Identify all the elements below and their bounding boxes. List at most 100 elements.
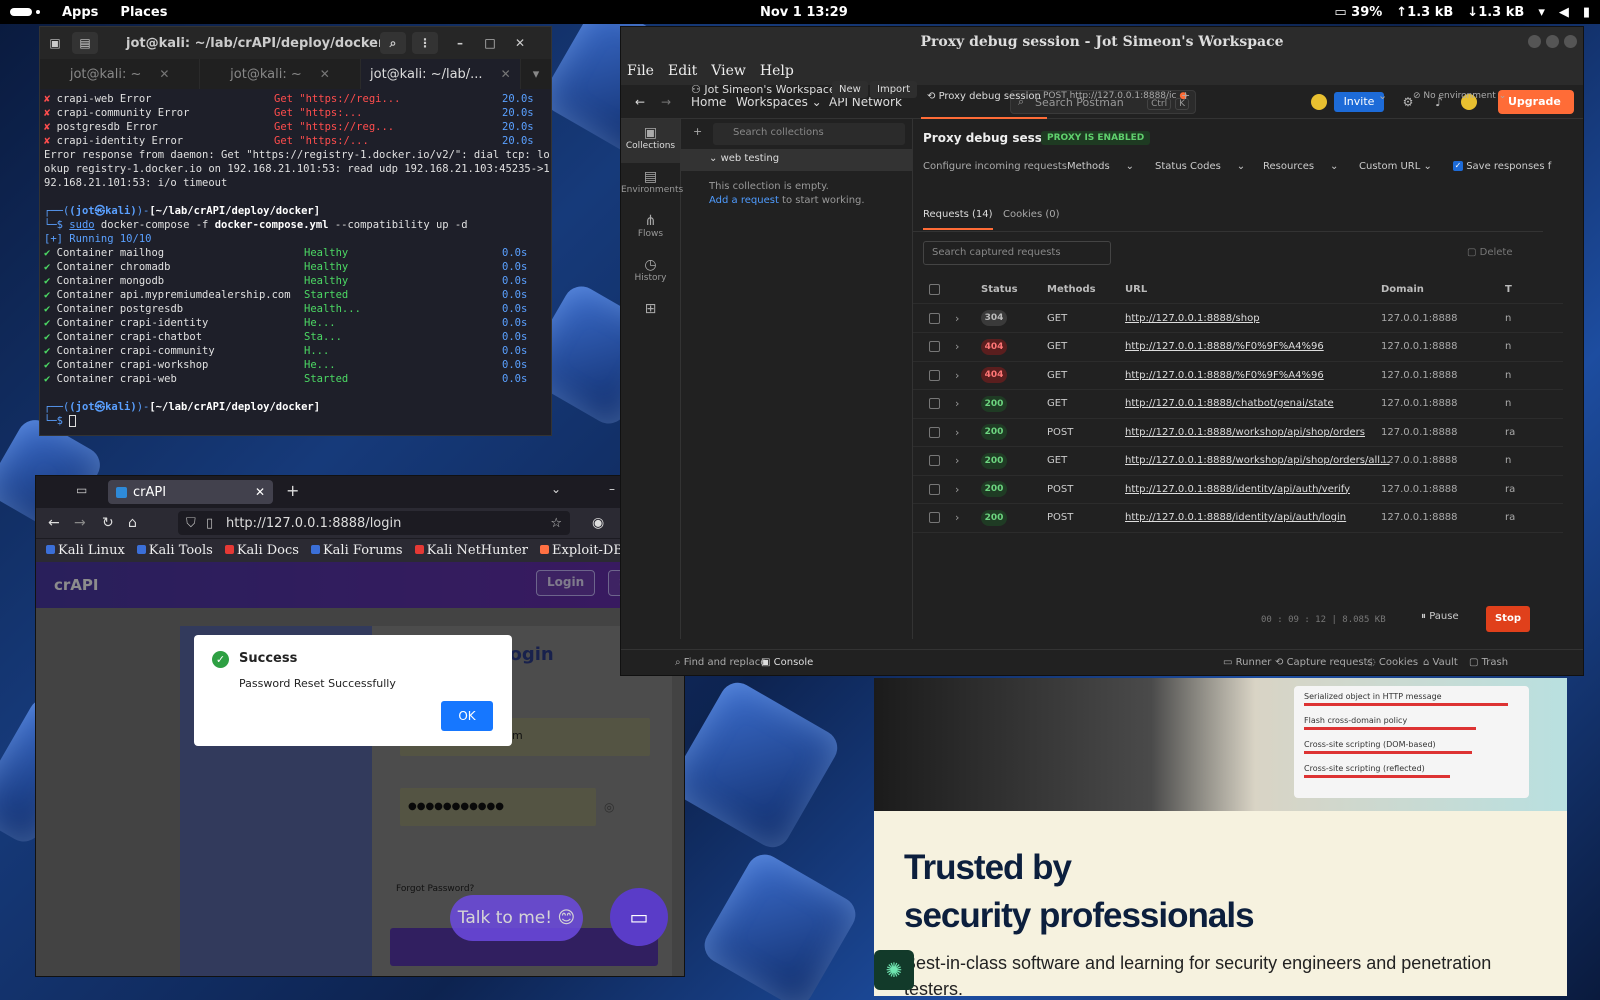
activities-icon[interactable]	[10, 8, 32, 16]
close-icon[interactable]: ✕	[507, 32, 533, 54]
row-checkbox[interactable]	[929, 312, 940, 324]
bookmark-item[interactable]: Kali Forums	[310, 543, 403, 558]
tabs-dropdown-icon[interactable]: ⌄	[1378, 89, 1387, 102]
power-icon[interactable]: ▮	[1583, 5, 1590, 20]
chevron-right-icon[interactable]: ›	[955, 454, 959, 467]
new-tab-icon[interactable]: +	[286, 481, 299, 500]
row-checkbox[interactable]	[929, 483, 940, 495]
account-icon[interactable]: ◉	[592, 515, 604, 531]
chevron-right-icon[interactable]: ›	[955, 369, 959, 382]
bookmark-item[interactable]: Kali Linux	[46, 543, 125, 558]
console-button[interactable]: ▣ Console	[761, 657, 813, 668]
chevron-right-icon[interactable]: ›	[955, 397, 959, 410]
search-captured-requests[interactable]: Search captured requests	[923, 241, 1111, 265]
back-icon[interactable]: ←	[48, 515, 60, 531]
sidebar-item-history[interactable]: ◷ History	[621, 251, 680, 295]
list-tabs-icon[interactable]: ⌄	[551, 482, 561, 496]
row-checkbox[interactable]	[929, 512, 940, 523]
table-row[interactable]: › 404 GET http://127.0.0.1:8888/%F0%9F%A4%9…	[913, 333, 1563, 362]
configure-requests[interactable]: Configure incoming requests	[923, 161, 1067, 172]
clock[interactable]: Nov 1 13:29	[760, 5, 848, 20]
nav-home[interactable]: Home	[691, 95, 726, 109]
environment-select[interactable]: ⊘ No environment ⌄	[1413, 91, 1506, 101]
request-url[interactable]: http://127.0.0.1:8888/%F0%9F%A4%96	[1125, 370, 1324, 381]
trash-button[interactable]: ▢ Trash	[1469, 657, 1508, 668]
new-button[interactable]: New	[832, 81, 868, 98]
request-url[interactable]: http://127.0.0.1:8888/%F0%9F%A4%96	[1125, 341, 1324, 352]
back-icon[interactable]: ←	[635, 95, 645, 109]
reload-icon[interactable]: ↻	[102, 515, 114, 531]
chat-bubble[interactable]: Talk to me! 😊	[450, 895, 583, 941]
menu-edit[interactable]: Edit	[668, 63, 697, 79]
minimize-icon[interactable]: –	[609, 482, 615, 496]
sidebar-item-collections[interactable]: ▣ Collections	[621, 119, 680, 163]
add-collection-icon[interactable]: +	[693, 125, 702, 138]
terminal-tab-3[interactable]: jot@kali: ~/lab/... ✕	[360, 59, 521, 89]
minimize-icon[interactable]: –	[447, 32, 473, 54]
delete-button[interactable]: ▢ Delete	[1467, 247, 1513, 258]
search-collections-input[interactable]: Search collections	[713, 123, 905, 145]
tab-overview-icon[interactable]: ▭	[76, 483, 87, 497]
terminal-tab-1[interactable]: jot@kali: ~ ✕	[40, 59, 201, 89]
chevron-right-icon[interactable]: ›	[955, 312, 959, 325]
maximize-icon[interactable]: □	[477, 32, 503, 54]
maximize-icon[interactable]	[1546, 35, 1559, 48]
terminal-tab-2[interactable]: jot@kali: ~ ✕	[200, 59, 361, 89]
filter-resources[interactable]: Resources ⌄	[1263, 161, 1338, 172]
terminal-titlebar[interactable]: ▣ ▤ jot@kali: ~/lab/crAPI/deploy/docker …	[40, 27, 551, 59]
row-checkbox[interactable]	[929, 426, 940, 438]
apps-menu[interactable]: Apps	[62, 5, 98, 20]
bookmark-item[interactable]: Kali Tools	[136, 543, 213, 558]
filter-methods[interactable]: Methods ⌄	[1067, 161, 1134, 172]
nav-workspaces[interactable]: Workspaces ⌄	[736, 95, 822, 109]
sidebar-item-environments[interactable]: ▤ Environments	[621, 163, 683, 207]
table-row[interactable]: › 200 GET http://127.0.0.1:8888/workshop/ap…	[913, 447, 1563, 476]
close-icon[interactable]	[1564, 35, 1577, 48]
terminal-output[interactable]: ✘ crapi-web Error Get "https://regi... 20.…	[40, 89, 551, 435]
tab-post-request[interactable]: POST http://127.0.0.1:8888/ic ●	[1043, 91, 1187, 101]
volume-icon[interactable]: ◀	[1559, 5, 1569, 20]
stop-button[interactable]: Stop	[1486, 606, 1530, 632]
sidebar-item-flows[interactable]: ⋔ Flows	[621, 207, 680, 251]
table-row[interactable]: › 304 GET http://127.0.0.1:8888/shop 127.0.0…	[913, 304, 1563, 333]
kebab-menu-icon[interactable]: ⋮	[412, 32, 438, 54]
battery-indicator[interactable]: ▭ 39%	[1334, 5, 1382, 20]
wifi-icon[interactable]: ▾	[1538, 5, 1545, 20]
forward-icon[interactable]: →	[661, 95, 671, 109]
chevron-right-icon[interactable]: ›	[955, 340, 959, 353]
bookmark-item[interactable]: Exploit-DB	[540, 543, 623, 558]
chat-assistant-icon[interactable]: ✺	[874, 950, 914, 990]
table-row[interactable]: › 200 POST http://127.0.0.1:8888/workshop/a…	[913, 418, 1563, 447]
tab-cookies[interactable]: Cookies (0)	[1003, 209, 1060, 220]
new-tab-icon[interactable]: ▤	[72, 32, 98, 54]
cookies-button[interactable]: ◌ Cookies	[1367, 657, 1418, 668]
row-checkbox[interactable]	[929, 455, 940, 466]
menu-view[interactable]: View	[711, 63, 746, 79]
close-tab-icon[interactable]: ✕	[159, 67, 169, 81]
workspace-name[interactable]: ⚇ Jot Simeon's Workspace	[691, 83, 836, 96]
row-checkbox[interactable]	[929, 369, 940, 381]
pause-button[interactable]: ⏸ Pause	[1421, 611, 1459, 622]
runner-button[interactable]: ▭ Runner	[1223, 657, 1271, 668]
close-tab-icon[interactable]: ✕	[255, 485, 265, 499]
filter-status-codes[interactable]: Status Codes ⌄	[1155, 161, 1245, 172]
chevron-right-icon[interactable]: ›	[955, 483, 959, 496]
postman-titlebar[interactable]: Proxy debug session - Jot Simeon's Works…	[621, 27, 1583, 57]
tab-proxy-debug-session[interactable]: ⟲ Proxy debug session	[921, 79, 1047, 119]
close-tab-icon[interactable]: ✕	[501, 67, 511, 81]
bookmark-item[interactable]: Kali Docs	[224, 543, 299, 558]
select-all-checkbox[interactable]	[929, 283, 940, 295]
chevron-right-icon[interactable]: ›	[955, 511, 959, 524]
chat-icon[interactable]: ▭	[610, 888, 668, 946]
import-button[interactable]: Import	[870, 81, 918, 98]
request-url[interactable]: http://127.0.0.1:8888/shop	[1125, 313, 1260, 324]
close-tab-icon[interactable]: ✕	[320, 67, 330, 81]
row-checkbox[interactable]	[929, 398, 940, 409]
ok-button[interactable]: OK	[441, 701, 493, 731]
find-replace[interactable]: ⌕ Find and replace	[675, 657, 766, 668]
bookmark-star-icon[interactable]: ☆	[550, 516, 562, 531]
url-bar[interactable]: ⛉ ▯ http://127.0.0.1:8888/login ☆	[178, 511, 570, 535]
capture-requests-button[interactable]: ⟲ Capture requests	[1275, 657, 1373, 668]
row-checkbox[interactable]	[929, 341, 940, 352]
request-url[interactable]: http://127.0.0.1:8888/chatbot/genai/stat…	[1125, 398, 1334, 409]
